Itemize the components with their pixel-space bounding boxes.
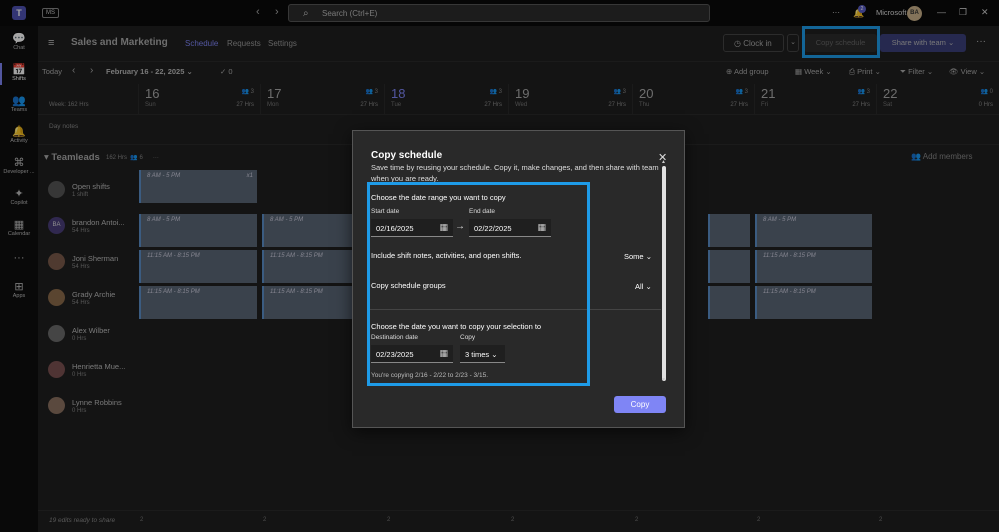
- dialog-title: Copy schedule: [371, 150, 447, 161]
- chevron-down-icon: ⌄: [645, 252, 652, 261]
- highlight-box-dialog-options: [367, 182, 590, 386]
- close-icon[interactable]: ✕: [658, 151, 667, 164]
- dialog-scrollbar[interactable]: [662, 166, 666, 381]
- dialog-description: Save time by reusing your schedule. Copy…: [371, 163, 659, 183]
- schedule-groups-dropdown[interactable]: All ⌄: [635, 282, 652, 291]
- copy-button[interactable]: Copy: [614, 396, 666, 413]
- chevron-down-icon: ⌄: [645, 282, 652, 291]
- scroll-down-icon[interactable]: ▼: [661, 377, 666, 383]
- include-options-dropdown[interactable]: Some ⌄: [624, 252, 652, 261]
